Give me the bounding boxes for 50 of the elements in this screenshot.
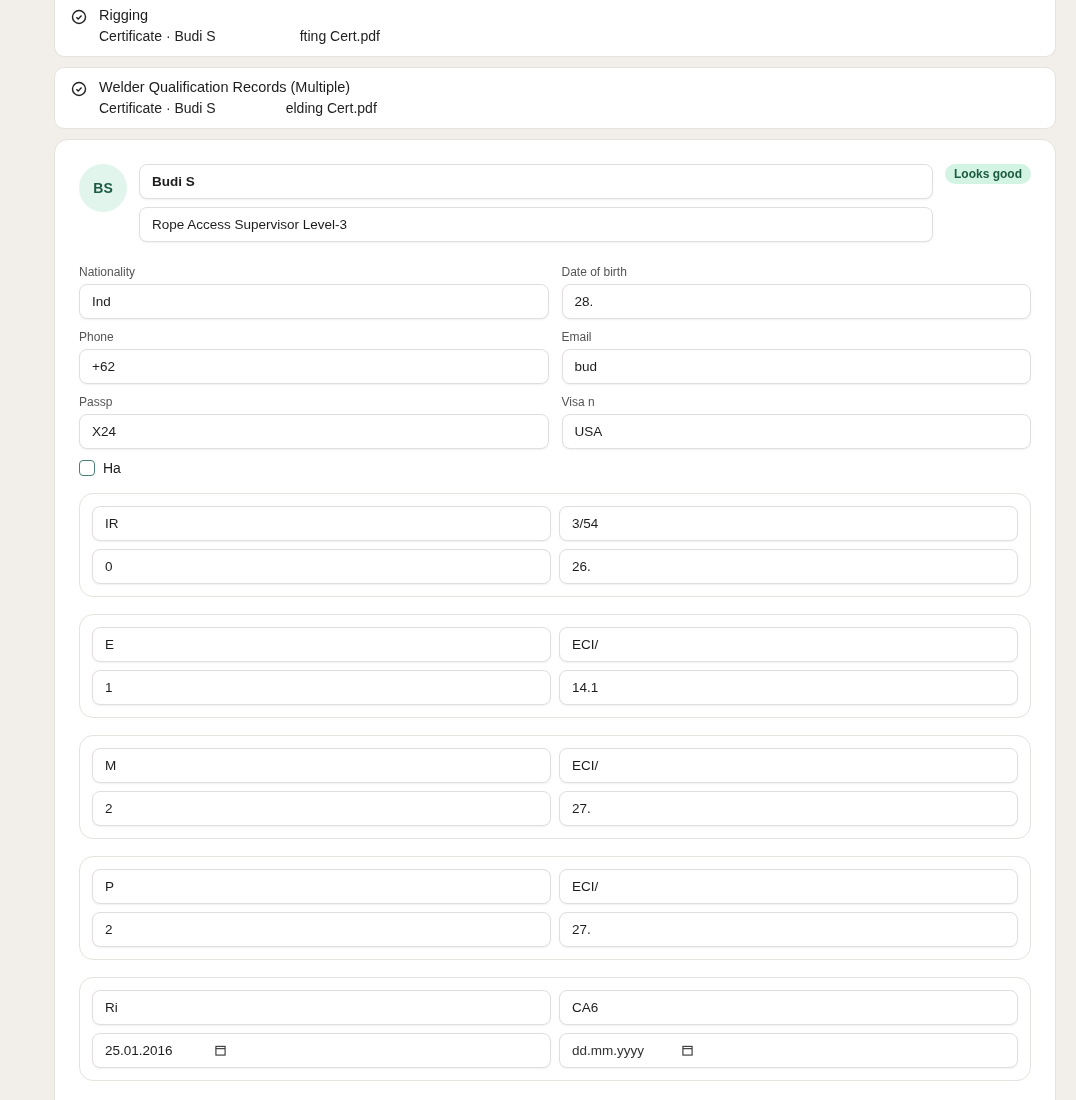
check-circle-icon: [71, 9, 87, 25]
input-field[interactable]: dd.mm.yyyy: [559, 1033, 1018, 1068]
file-name: fting Cert.pdf: [299, 27, 380, 46]
input-field[interactable]: 25.01.2016: [92, 1033, 551, 1068]
name-field[interactable]: Budi S: [139, 164, 933, 199]
input-field[interactable]: ECI/: [559, 869, 1018, 904]
input-field[interactable]: Ri: [92, 990, 551, 1025]
document-meta: Certificate · Budi S: [99, 27, 216, 46]
calendar-icon[interactable]: [215, 1045, 226, 1056]
checkbox-label: Ha: [103, 460, 121, 476]
checkbox[interactable]: [79, 460, 95, 476]
input-field[interactable]: 26.: [559, 549, 1018, 584]
document-title: Rigging: [99, 6, 150, 25]
file-name: elding Cert.pdf: [285, 99, 377, 118]
input-field[interactable]: P: [92, 869, 551, 904]
field-label: Date of birth: [561, 264, 628, 280]
field-label: Phone: [79, 329, 115, 345]
input-field[interactable]: X24: [79, 414, 549, 449]
input-field[interactable]: Ind: [79, 284, 549, 319]
input-field[interactable]: 27.: [559, 912, 1018, 947]
input-field[interactable]: ECI/: [559, 748, 1018, 783]
document-card[interactable]: Welder Qualification Records (Multiple) Certificate · Budi S elding Cert.pdf: [54, 67, 1056, 129]
input-field[interactable]: 2: [92, 791, 551, 826]
input-field[interactable]: E: [92, 627, 551, 662]
input-field[interactable]: ECI/: [559, 627, 1018, 662]
input-field[interactable]: 3/54: [559, 506, 1018, 541]
field-label: Visa n: [561, 394, 596, 410]
input-field[interactable]: USA: [561, 414, 1031, 449]
role-field[interactable]: Rope Access Supervisor Level-3: [139, 207, 933, 242]
field-label: Nationality: [79, 264, 137, 280]
input-field[interactable]: +62: [79, 349, 549, 384]
calendar-icon[interactable]: [682, 1045, 693, 1056]
input-field[interactable]: M: [92, 748, 551, 783]
avatar: BS: [79, 164, 127, 212]
input-field[interactable]: CA6: [559, 990, 1018, 1025]
document-card[interactable]: Rigging Certificate · Budi S fting Cert.pdf: [54, 0, 1056, 57]
status-badge: Looks good: [945, 164, 1031, 184]
input-field[interactable]: 28.: [561, 284, 1031, 319]
input-field[interactable]: 14.1: [559, 670, 1018, 705]
input-field[interactable]: 0: [92, 549, 551, 584]
document-title: Welder Qualification Records (Multiple): [99, 78, 352, 97]
input-field[interactable]: IR: [92, 506, 551, 541]
field-label: Passp: [79, 394, 114, 410]
input-field[interactable]: 2: [92, 912, 551, 947]
document-meta: Certificate · Budi S: [99, 99, 216, 118]
input-field[interactable]: bud: [561, 349, 1031, 384]
field-label: Email: [561, 329, 593, 345]
input-field[interactable]: 27.: [559, 791, 1018, 826]
input-field[interactable]: 1: [92, 670, 551, 705]
check-circle-icon: [71, 81, 87, 97]
